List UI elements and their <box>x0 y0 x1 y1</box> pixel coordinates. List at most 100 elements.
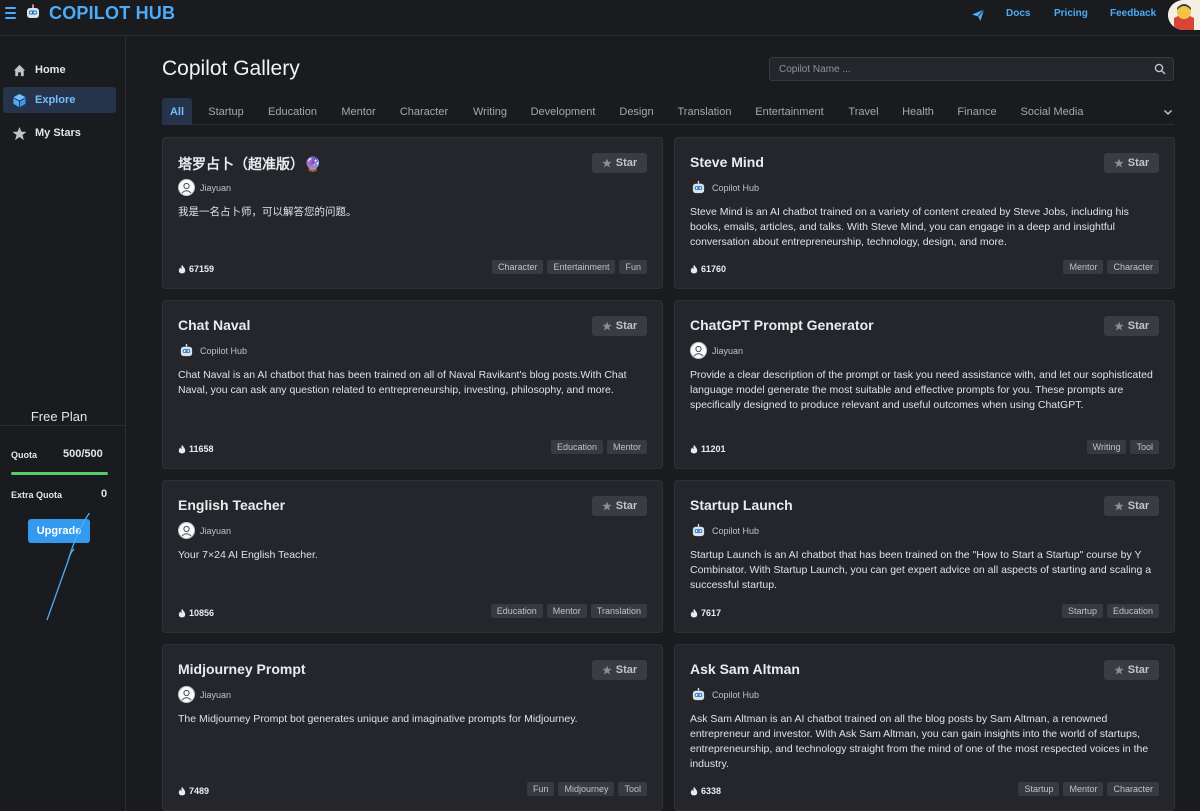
tab-translation[interactable]: Translation <box>673 98 736 125</box>
card-title[interactable]: 塔罗占卜（超准版）🔮 <box>178 154 321 174</box>
tab-education[interactable]: Education <box>262 98 323 125</box>
tag-badge[interactable]: Mentor <box>546 604 587 618</box>
card-tags: Education Mentor <box>550 440 647 454</box>
tag-badge[interactable]: Education <box>550 440 603 454</box>
tab-development[interactable]: Development <box>526 98 600 125</box>
tag-badge[interactable]: Startup <box>1061 604 1103 618</box>
sidebar-item-my-stars[interactable]: My Stars <box>3 120 116 146</box>
star-label: Star <box>615 157 638 169</box>
copilot-card[interactable]: 塔罗占卜（超准版）🔮 Star Jiayuan 我是一名占卜师，可以解答您的问题… <box>162 137 663 289</box>
search-input[interactable] <box>770 58 1150 80</box>
brand-title[interactable]: COPILOT HUB <box>49 3 175 24</box>
fire-icon <box>690 608 698 618</box>
tag-badge[interactable]: Writing <box>1086 440 1127 454</box>
tab-all[interactable]: All <box>162 98 192 125</box>
category-tabs: All Startup Education Mentor Character W… <box>162 98 1174 125</box>
usage-count-value: 61760 <box>701 264 727 274</box>
usage-count: 61760 <box>690 264 726 274</box>
star-button[interactable]: Star <box>592 496 647 516</box>
user-avatar[interactable] <box>1168 0 1200 30</box>
tag-badge[interactable]: Character <box>1107 782 1159 796</box>
tag-badge[interactable]: Mentor <box>606 440 647 454</box>
tag-badge[interactable]: Education <box>490 604 543 618</box>
tab-design[interactable]: Design <box>612 98 661 125</box>
usage-count: 10856 <box>178 608 214 618</box>
tag-badge[interactable]: Fun <box>526 782 555 796</box>
author-name: Copilot Hub <box>712 525 760 536</box>
card-title[interactable]: Steve Mind <box>690 154 764 170</box>
menu-icon[interactable] <box>5 7 16 19</box>
sidebar-item-explore[interactable]: Explore <box>3 87 116 113</box>
copilot-card[interactable]: English Teacher Star Jiayuan Your 7×24 A… <box>162 480 663 633</box>
nav-pricing-link[interactable]: Pricing <box>1054 8 1088 19</box>
chevron-down-icon[interactable] <box>1162 106 1174 118</box>
tab-mentor[interactable]: Mentor <box>335 98 382 125</box>
usage-count-value: 7617 <box>701 608 722 618</box>
usage-count-value: 67159 <box>189 264 215 274</box>
tag-badge[interactable]: Tool <box>1130 440 1159 454</box>
star-button[interactable]: Star <box>1104 660 1159 680</box>
tag-badge[interactable]: Startup <box>1018 782 1060 796</box>
card-author: Copilot Hub <box>178 342 247 359</box>
robot-avatar-icon <box>690 179 707 196</box>
star-button[interactable]: Star <box>1104 496 1159 516</box>
card-title[interactable]: Chat Naval <box>178 317 250 333</box>
tag-badge[interactable]: Education <box>1106 604 1159 618</box>
card-title[interactable]: ChatGPT Prompt Generator <box>690 317 874 333</box>
copilot-card[interactable]: Chat Naval Star Copilot Hub Chat Naval i… <box>162 300 663 469</box>
star-button[interactable]: Star <box>592 660 647 680</box>
tab-character[interactable]: Character <box>394 98 454 125</box>
robot-logo-icon <box>27 4 39 18</box>
nav-docs-link[interactable]: Docs <box>1006 8 1030 19</box>
card-description: Provide a clear description of the promp… <box>690 369 1153 411</box>
card-title[interactable]: English Teacher <box>178 497 285 513</box>
usage-count-value: 10856 <box>189 608 215 618</box>
tab-writing[interactable]: Writing <box>466 98 514 125</box>
copilot-card[interactable]: Steve Mind Star Copilot Hub Steve Mind i… <box>674 137 1175 289</box>
tab-travel[interactable]: Travel <box>843 98 884 125</box>
star-button[interactable]: Star <box>1104 316 1159 336</box>
star-button[interactable]: Star <box>1104 153 1159 173</box>
tab-startup[interactable]: Startup <box>202 98 250 125</box>
tag-badge[interactable]: Character <box>1107 260 1159 274</box>
sidebar-item-label: Explore <box>35 94 76 106</box>
star-label: Star <box>1127 500 1150 512</box>
nav-feedback-link[interactable]: Feedback <box>1110 8 1156 19</box>
card-title[interactable]: Ask Sam Altman <box>690 661 800 677</box>
tab-finance[interactable]: Finance <box>952 98 1002 125</box>
sidebar-divider <box>0 425 126 426</box>
telegram-icon[interactable] <box>971 8 985 22</box>
star-label: Star <box>615 664 638 676</box>
tag-badge[interactable]: Entertainment <box>547 260 616 274</box>
copilot-card[interactable]: Midjourney Prompt Star Jiayuan The Midjo… <box>162 644 663 811</box>
copilot-card[interactable]: Ask Sam Altman Star Copilot Hub Ask Sam … <box>674 644 1175 811</box>
star-button[interactable]: Star <box>592 316 647 336</box>
sidebar-item-home[interactable]: Home <box>3 57 116 83</box>
extra-quota-label: Extra Quota <box>11 490 63 500</box>
upgrade-button[interactable]: Upgrade <box>28 519 90 543</box>
quota-label: Quota <box>11 450 37 460</box>
star-label: Star <box>1127 157 1150 169</box>
tab-entertainment[interactable]: Entertainment <box>748 98 831 125</box>
search-icon[interactable] <box>1154 63 1166 75</box>
tag-badge[interactable]: Mentor <box>1063 782 1104 796</box>
card-author: Jiayuan <box>690 342 743 359</box>
tag-badge[interactable]: Translation <box>590 604 647 618</box>
usage-count: 11658 <box>178 444 214 454</box>
tab-social-media[interactable]: Social Media <box>1014 98 1090 125</box>
tag-badge[interactable]: Mentor <box>1063 260 1104 274</box>
tag-badge[interactable]: Midjourney <box>558 782 615 796</box>
tag-badge[interactable]: Fun <box>619 260 647 274</box>
tab-health[interactable]: Health <box>896 98 940 125</box>
card-description: Steve Mind is an AI chatbot trained on a… <box>690 206 1129 248</box>
card-author: Jiayuan <box>178 686 231 703</box>
card-title[interactable]: Midjourney Prompt <box>178 661 306 677</box>
copilot-card[interactable]: Startup Launch Star Copilot Hub Startup … <box>674 480 1175 633</box>
card-title[interactable]: Startup Launch <box>690 497 793 513</box>
tag-badge[interactable]: Tool <box>618 782 647 796</box>
tag-badge[interactable]: Character <box>491 260 544 274</box>
copilot-card[interactable]: ChatGPT Prompt Generator Star Jiayuan Pr… <box>674 300 1175 469</box>
fire-icon <box>690 444 698 454</box>
card-tags: Mentor Character <box>1063 260 1159 274</box>
star-button[interactable]: Star <box>592 153 647 173</box>
